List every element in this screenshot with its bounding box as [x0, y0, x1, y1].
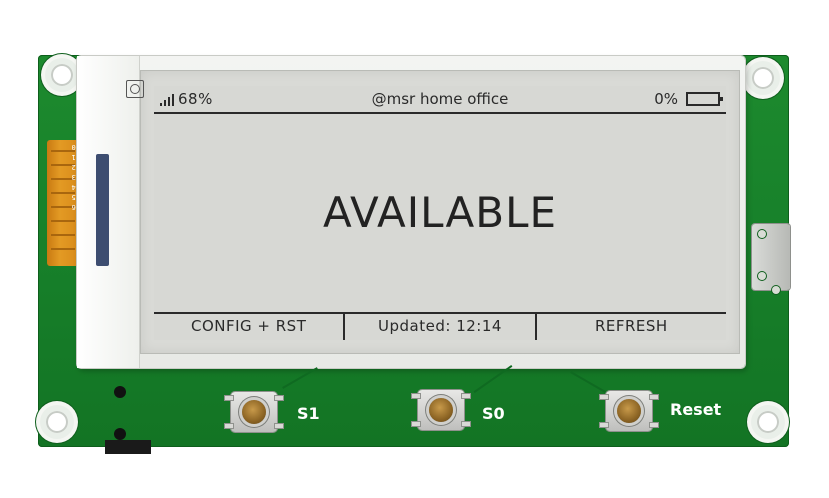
- frame-slot: [96, 154, 109, 266]
- status-bar: 68% @msr home office 0%: [154, 86, 726, 114]
- s0-button-cap[interactable]: [429, 398, 453, 422]
- bottom-connector: [105, 440, 151, 454]
- corner-mark-icon: [126, 80, 144, 98]
- s1-label: S1: [297, 404, 320, 423]
- screen-button-bar: CONFIG + RST Updated: 12:14 REFRESH: [154, 312, 726, 340]
- pcb-hole: [114, 428, 126, 440]
- s0-label: S0: [482, 404, 505, 423]
- mount-hole-bottom-left: [40, 405, 74, 439]
- refresh-label: REFRESH: [534, 314, 726, 340]
- s0-button[interactable]: [412, 390, 470, 430]
- mount-hole-bottom-right: [751, 405, 785, 439]
- battery-icon: [686, 92, 723, 106]
- via: [772, 286, 780, 294]
- reset-button-cap[interactable]: [617, 399, 641, 423]
- via: [758, 272, 766, 280]
- via: [758, 230, 766, 238]
- updated-time-label: Updated: 12:14: [343, 314, 534, 340]
- mount-hole-top-left: [45, 58, 79, 92]
- availability-status: AVAILABLE: [322, 188, 558, 237]
- pcb-hole: [114, 386, 126, 398]
- epaper-device-photo: P6 P5 P4 P3 P2 P1 P0 68% @msr home offic…: [0, 0, 829, 498]
- mount-hole-top-right: [746, 61, 780, 95]
- epaper-screen: 68% @msr home office 0% AVAILABLE CONFIG…: [154, 86, 726, 340]
- s1-button[interactable]: [225, 392, 283, 432]
- reset-label: Reset: [670, 400, 722, 419]
- config-reset-label: CONFIG + RST: [190, 317, 307, 335]
- s1-button-cap[interactable]: [242, 400, 266, 424]
- reset-button[interactable]: [600, 391, 658, 431]
- battery-level-text: 0%: [654, 90, 678, 108]
- location-text: @msr home office: [371, 90, 509, 108]
